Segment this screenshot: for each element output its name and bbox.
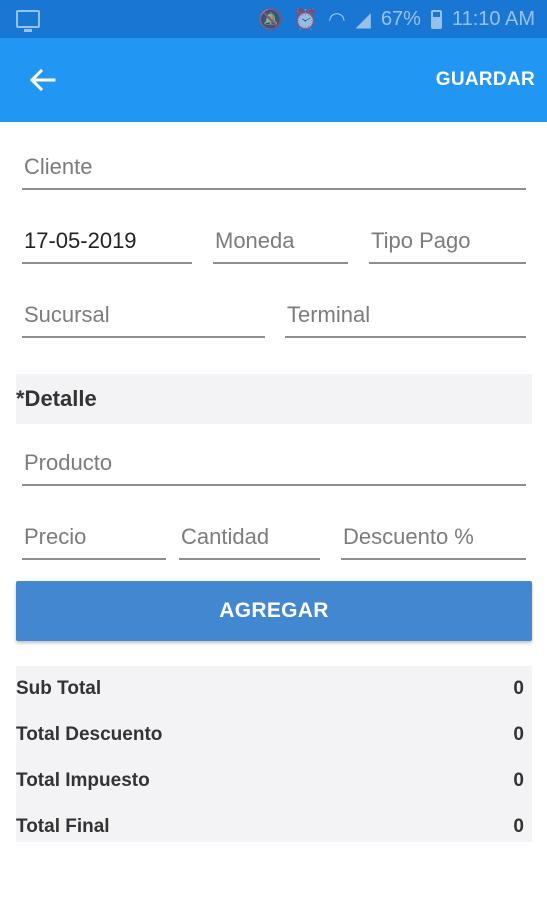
battery-icon [430,9,442,29]
total-descuento-value: 0 [513,724,524,745]
agregar-button[interactable]: AGREGAR [16,581,532,641]
moneda-input[interactable] [215,228,348,254]
producto-field[interactable] [22,444,526,486]
app-bar: GUARDAR [0,38,547,122]
descuento-input[interactable] [343,524,526,550]
terminal-input[interactable] [287,302,526,328]
subtotal-row: Sub Total 0 [16,674,532,704]
total-impuesto-value: 0 [513,770,524,791]
sucursal-field[interactable] [22,296,265,338]
screen-icon [16,10,40,32]
signal-icon: ◢ [355,8,371,31]
totals-panel: Sub Total 0 Total Descuento 0 Total Impu… [16,666,532,842]
total-descuento-row: Total Descuento 0 [16,720,532,750]
alarm-icon: ⏰ [293,8,319,31]
total-final-label: Total Final [16,816,110,837]
clock: 11:10 AM [451,7,535,30]
arrow-left-icon [29,68,56,92]
sucursal-input[interactable] [24,302,265,328]
precio-field[interactable] [22,518,166,560]
total-descuento-label: Total Descuento [16,724,163,745]
total-impuesto-row: Total Impuesto 0 [16,766,532,796]
battery-percent: 67% [380,7,421,30]
cantidad-field[interactable] [179,518,320,560]
fecha-field[interactable] [22,222,192,264]
mute-icon: 🔕 [258,8,284,31]
save-button[interactable]: GUARDAR [436,61,535,99]
cliente-field[interactable] [22,148,526,190]
back-button[interactable] [26,64,58,96]
detalle-header: *Detalle [16,374,532,424]
total-final-row: Total Final 0 [16,812,532,842]
tipo-pago-input[interactable] [371,228,526,254]
status-bar: 🔕 ⏰ ◠ ◢ 67% 11:10 AM [0,0,547,38]
status-icons: 🔕 ⏰ ◠ ◢ 67% 11:10 AM [258,7,535,32]
total-final-value: 0 [513,816,524,837]
descuento-field[interactable] [341,518,526,560]
wifi-icon: ◠ [328,8,346,31]
moneda-field[interactable] [213,222,348,264]
precio-input[interactable] [24,524,166,550]
cliente-input[interactable] [24,154,526,180]
terminal-field[interactable] [285,296,526,338]
producto-input[interactable] [24,450,526,476]
total-impuesto-label: Total Impuesto [16,770,150,791]
subtotal-value: 0 [513,678,524,699]
tipo-pago-field[interactable] [369,222,526,264]
fecha-input[interactable] [24,228,192,254]
cantidad-input[interactable] [181,524,320,550]
subtotal-label: Sub Total [16,678,102,699]
